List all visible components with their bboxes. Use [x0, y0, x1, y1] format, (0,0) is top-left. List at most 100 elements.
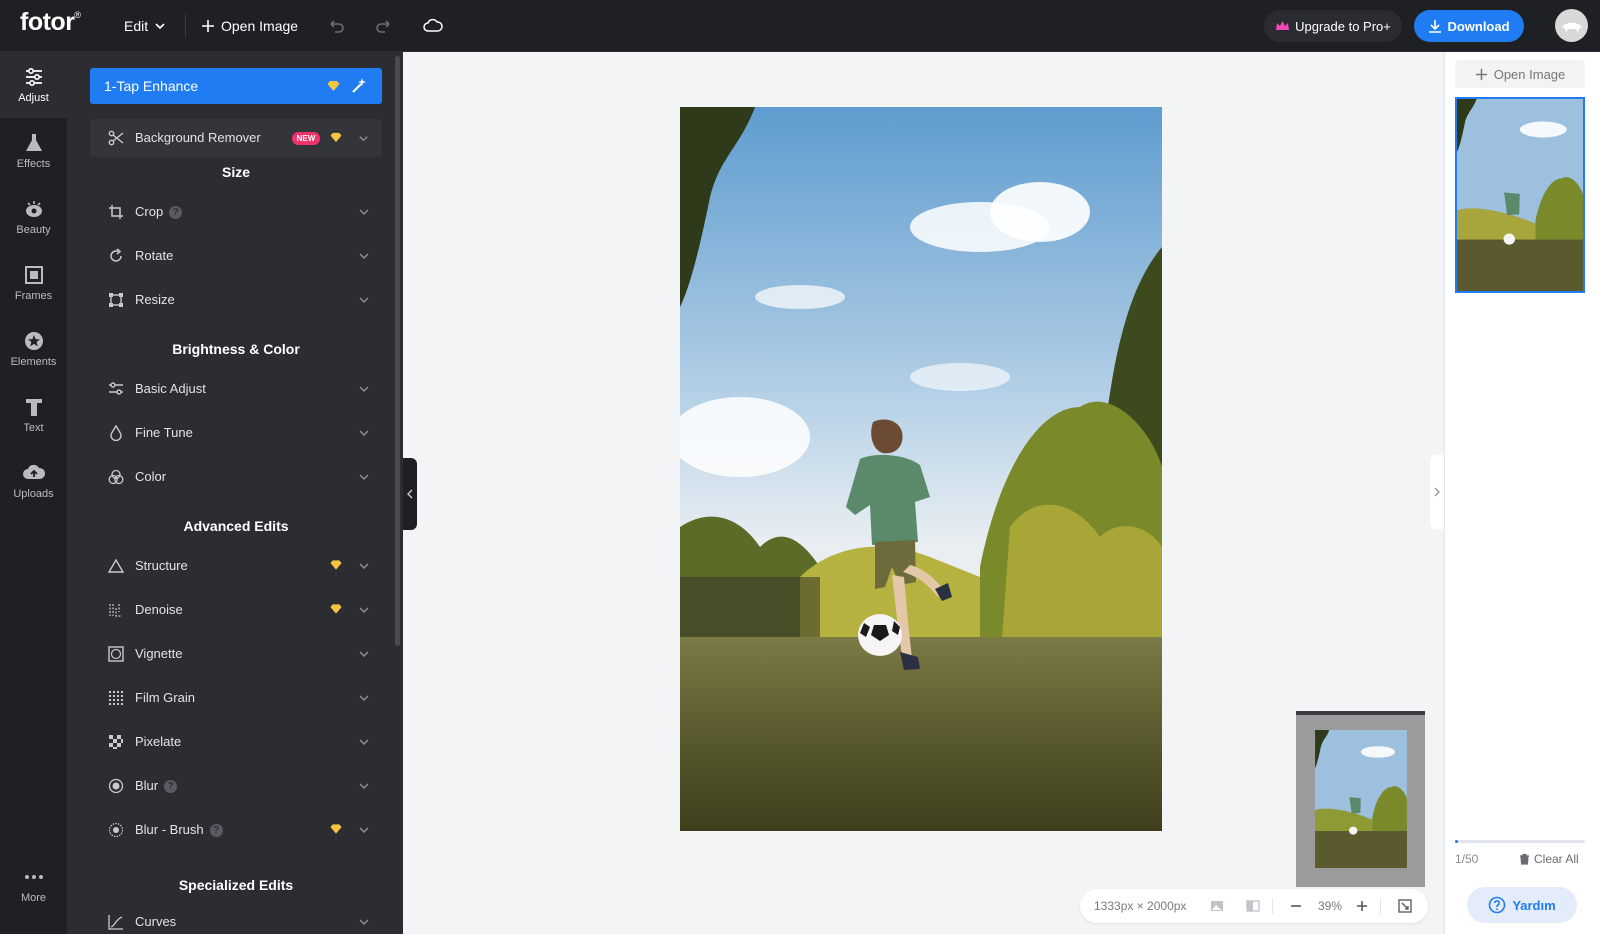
text-icon: [25, 399, 42, 416]
chevron-down-icon: [359, 386, 369, 393]
droplet-icon: [110, 425, 122, 441]
chevron-down-icon: [359, 209, 369, 216]
thumbnail-image: [1457, 99, 1583, 291]
rail-item-effects[interactable]: Effects: [0, 118, 67, 184]
rail-item-adjust[interactable]: Adjust: [0, 52, 67, 118]
edit-label: Edit: [124, 18, 149, 34]
chevron-down-icon: [359, 474, 369, 481]
new-badge: NEW: [292, 132, 320, 145]
tool-label: Film Grain: [135, 690, 195, 705]
redo-button[interactable]: [375, 0, 393, 52]
tool-label: Vignette: [135, 646, 183, 661]
open-image-button[interactable]: Open Image: [201, 0, 298, 52]
flask-icon: [25, 134, 42, 151]
star-icon: [24, 332, 43, 350]
rail-label: Uploads: [13, 488, 54, 500]
upgrade-button[interactable]: Upgrade to Pro+: [1264, 10, 1402, 42]
tool-film-grain[interactable]: Film Grain: [90, 678, 382, 718]
tool-fine-tune[interactable]: Fine Tune: [90, 413, 382, 453]
more-dots-icon: [24, 875, 43, 879]
help-icon[interactable]: ?: [169, 206, 183, 220]
rail-item-text[interactable]: Text: [0, 382, 67, 448]
download-button[interactable]: Download: [1414, 10, 1524, 42]
chevron-down-icon: [359, 563, 369, 570]
tool-crop[interactable]: Crop?: [90, 192, 382, 232]
rail-label: Frames: [14, 290, 53, 302]
tool-label: Pixelate: [135, 734, 182, 749]
chevron-down-icon: [155, 23, 165, 30]
top-bar: fotor® Edit Open Image Upgrade to Pro+ D…: [0, 0, 1600, 52]
rail-label: Beauty: [16, 224, 51, 236]
tool-pixelate[interactable]: Pixelate: [90, 722, 382, 762]
compare-icon[interactable]: [1246, 899, 1260, 913]
tool-label: Blur: [135, 778, 159, 793]
rail-label: Elements: [10, 356, 57, 368]
chevron-down-icon: [359, 430, 369, 437]
frame-icon: [24, 266, 43, 284]
panel-scrollbar[interactable]: [393, 52, 403, 934]
tool-basic-adjust[interactable]: Basic Adjust: [90, 369, 382, 409]
zoom-in-icon[interactable]: [1356, 900, 1368, 912]
rail-item-elements[interactable]: Elements: [0, 316, 67, 382]
right-open-image-button[interactable]: Open Image: [1455, 60, 1585, 88]
help-label: Yardım: [1512, 897, 1556, 913]
cloud-icon: [423, 18, 443, 32]
tool-color[interactable]: Color: [90, 457, 382, 497]
chevron-down-icon: [359, 136, 368, 142]
triangle-icon: [108, 558, 124, 573]
navigator-minimap[interactable]: [1296, 711, 1425, 887]
scissors-icon: [108, 130, 124, 146]
crown-icon: [1276, 21, 1290, 30]
tool-blur-brush[interactable]: Blur - Brush?: [90, 810, 382, 850]
tool-label: Rotate: [135, 248, 174, 263]
canvas-photo[interactable]: [680, 107, 1162, 831]
eye-icon: [25, 201, 42, 217]
vignette-icon: [108, 646, 124, 662]
image-thumbnail[interactable]: [1455, 97, 1585, 293]
upload-progress-fill: [1455, 840, 1458, 843]
fit-screen-icon[interactable]: [1398, 899, 1412, 913]
cloud-save-button[interactable]: [423, 0, 443, 52]
chevron-down-icon: [359, 607, 369, 614]
tool-label: Curves: [135, 914, 177, 929]
tool-label: Structure: [135, 558, 188, 573]
tool-resize[interactable]: Resize: [90, 280, 382, 320]
tool-structure[interactable]: Structure: [90, 546, 382, 586]
image-icon[interactable]: [1210, 899, 1224, 913]
tool-curves[interactable]: Curves: [90, 902, 382, 934]
tool-blur[interactable]: Blur?: [90, 766, 382, 806]
help-icon[interactable]: ?: [209, 824, 223, 838]
one-tap-enhance-button[interactable]: 1-Tap Enhance: [90, 68, 382, 104]
tool-denoise[interactable]: Denoise: [90, 590, 382, 630]
edit-menu[interactable]: Edit: [124, 0, 166, 52]
help-button[interactable]: Yardım: [1467, 887, 1577, 923]
chevron-down-icon: [359, 297, 369, 304]
zoom-out-icon[interactable]: [1290, 900, 1302, 912]
fotor-logo[interactable]: fotor®: [20, 8, 81, 37]
rail-item-frames[interactable]: Frames: [0, 250, 67, 316]
redo-icon: [376, 20, 390, 33]
crop-icon: [109, 205, 123, 219]
scrollbar-thumb[interactable]: [395, 56, 400, 646]
divider: [185, 14, 186, 38]
tool-rotate[interactable]: Rotate: [90, 236, 382, 276]
user-avatar-icon: [1561, 22, 1582, 33]
avatar[interactable]: [1555, 9, 1588, 42]
section-title-size: Size: [221, 164, 250, 180]
collapse-panel-tab[interactable]: [403, 458, 417, 530]
rail-item-beauty[interactable]: Beauty: [0, 184, 67, 250]
rail-item-more[interactable]: More: [0, 852, 67, 918]
background-remover-row[interactable]: Background Remover NEW: [90, 119, 382, 157]
undo-button[interactable]: [327, 0, 345, 52]
resize-icon: [109, 293, 123, 307]
help-icon[interactable]: ?: [164, 780, 178, 794]
clear-all-button[interactable]: Clear All: [1519, 852, 1579, 866]
tool-vignette[interactable]: Vignette: [90, 634, 382, 674]
rail-item-uploads[interactable]: Uploads: [0, 448, 67, 514]
collapse-right-panel-tab[interactable]: [1430, 455, 1444, 529]
diamond-icon: [330, 132, 342, 143]
upgrade-label: Upgrade to Pro+: [1295, 18, 1391, 34]
chevron-down-icon: [359, 739, 369, 746]
zoom-level: 39%: [1318, 899, 1343, 913]
tool-label: Basic Adjust: [135, 381, 206, 396]
